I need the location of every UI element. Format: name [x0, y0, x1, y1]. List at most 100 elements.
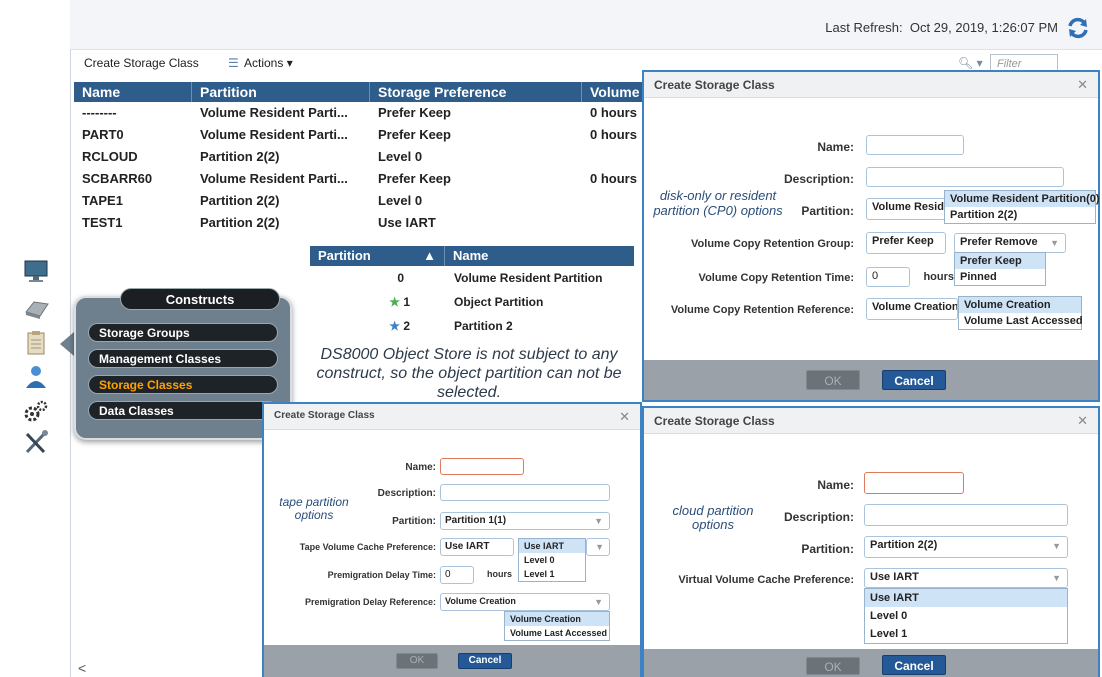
- cell-name: SCBARR60: [82, 171, 153, 186]
- option-partition-2[interactable]: Partition 2(2): [945, 207, 1095, 223]
- user-icon[interactable]: [22, 364, 50, 390]
- description-label: Description:: [783, 172, 854, 186]
- close-icon[interactable]: ✕: [1077, 413, 1088, 429]
- partition-select[interactable]: Partition 1(1) ▼: [440, 512, 610, 530]
- cancel-button[interactable]: Cancel: [882, 655, 946, 675]
- cache-pref-toggle[interactable]: ▼: [586, 538, 610, 556]
- tools-icon[interactable]: [22, 430, 50, 456]
- cell-preference: Prefer Keep: [378, 171, 451, 186]
- option-level-0[interactable]: Level 0: [519, 553, 585, 567]
- hours-label: hours: [923, 271, 954, 283]
- option-level-1[interactable]: Level 1: [865, 625, 1067, 643]
- cell-name: PART0: [82, 127, 124, 142]
- description-field[interactable]: [864, 504, 1068, 526]
- option-volume-resident[interactable]: Volume Resident Partition(0): [945, 191, 1100, 207]
- option-volume-creation[interactable]: Volume Creation: [505, 612, 609, 626]
- cell-volume: [582, 190, 644, 212]
- close-icon[interactable]: ✕: [1077, 77, 1088, 93]
- name-field[interactable]: [440, 458, 524, 475]
- name-field[interactable]: [864, 472, 964, 494]
- menu-item-management-classes[interactable]: Management Classes: [88, 349, 278, 368]
- delay-ref-select[interactable]: Volume Creation ▼: [440, 593, 610, 611]
- chevron-down-icon: ▼: [595, 542, 604, 552]
- cell-preference: Level 0: [378, 149, 423, 164]
- dialog-title: Create Storage Class: [644, 72, 1098, 98]
- partition-row[interactable]: ★ 2 Partition 2: [310, 314, 634, 338]
- retention-time-field[interactable]: 0: [866, 267, 910, 287]
- close-icon[interactable]: ✕: [619, 409, 630, 425]
- cancel-button[interactable]: Cancel: [458, 653, 512, 669]
- column-header-partition-name[interactable]: Name: [444, 246, 634, 266]
- dialog-footer: OK Cancel: [644, 649, 1098, 677]
- name-field[interactable]: [866, 135, 964, 155]
- delay-time-field[interactable]: 0: [440, 566, 474, 584]
- create-storage-class-button[interactable]: Create Storage Class: [84, 56, 199, 70]
- search-icon[interactable]: 🔍︎ ▾: [958, 56, 983, 70]
- cell-partition: Volume Resident Parti...: [200, 105, 348, 120]
- retention-group-combobox[interactable]: Prefer Remove ▼: [954, 233, 1066, 253]
- ok-button[interactable]: OK: [806, 370, 860, 390]
- option-volume-creation[interactable]: Volume Creation: [959, 297, 1081, 313]
- option-pinned[interactable]: Pinned: [955, 269, 1045, 285]
- partition-row[interactable]: 0 Volume Resident Partition: [310, 266, 634, 290]
- menu-item-data-classes[interactable]: Data Classes: [88, 401, 278, 420]
- option-use-iart[interactable]: Use IART: [519, 539, 585, 553]
- menu-item-storage-classes[interactable]: Storage Classes: [88, 375, 278, 394]
- refresh-icon[interactable]: [1066, 16, 1090, 40]
- cache-pref-select[interactable]: Use IART: [440, 538, 514, 556]
- table-row[interactable]: -------- Volume Resident Parti... Prefer K…: [74, 102, 644, 124]
- partition-row[interactable]: ★ 1 Object Partition: [310, 290, 634, 314]
- last-refresh-label: Last Refresh:: [825, 20, 903, 35]
- ok-button[interactable]: OK: [806, 657, 860, 675]
- cell-volume: 0 hours: [590, 171, 637, 186]
- disk-drive-icon[interactable]: [22, 296, 50, 322]
- table-row[interactable]: TAPE1 Partition 2(2) Level 0: [74, 190, 644, 212]
- table-row[interactable]: TEST1 Partition 2(2) Use IART: [74, 212, 644, 234]
- dialog-footer: OK Cancel: [644, 360, 1098, 400]
- settings-gears-icon[interactable]: [22, 398, 50, 424]
- cloud-star-icon: ★: [389, 295, 400, 309]
- retention-ref-dropdown: Volume Creation Volume Last Accessed: [958, 296, 1083, 330]
- description-field[interactable]: [440, 484, 610, 501]
- table-row[interactable]: PART0 Volume Resident Parti... Prefer Keep…: [74, 124, 644, 146]
- monitor-icon[interactable]: [22, 258, 50, 284]
- delay-ref-dropdown: Volume Creation Volume Last Accessed: [504, 611, 610, 641]
- table-row[interactable]: RCLOUD Partition 2(2) Level 0: [74, 146, 644, 168]
- top-bar: Last Refresh: Oct 29, 2019, 1:26:07 PM: [70, 0, 1102, 50]
- column-header-partition[interactable]: Partition: [192, 82, 370, 102]
- description-field[interactable]: [866, 167, 1064, 187]
- cache-pref-select[interactable]: Use IART ▼: [864, 568, 1068, 588]
- partition-number: 1: [403, 295, 410, 309]
- ok-button[interactable]: OK: [396, 653, 438, 669]
- column-header-volume[interactable]: Volume: [582, 82, 644, 102]
- option-level-0[interactable]: Level 0: [865, 607, 1067, 625]
- name-label: Name:: [817, 140, 854, 154]
- partition-select[interactable]: Partition 2(2) ▼: [864, 536, 1068, 558]
- option-use-iart[interactable]: Use IART: [865, 589, 1067, 607]
- cache-pref-dropdown: Use IART Level 0 Level 1: [864, 588, 1068, 644]
- cell-partition: Partition 2(2): [200, 193, 280, 208]
- column-header-partition-number[interactable]: Partition ▲: [310, 246, 444, 266]
- scroll-left-arrow[interactable]: <: [78, 660, 86, 676]
- retention-time-label: Volume Copy Retention Time:: [698, 272, 854, 284]
- cell-preference: Level 0: [378, 193, 423, 208]
- partition-select[interactable]: Volume Reside: [866, 198, 946, 220]
- cancel-button[interactable]: Cancel: [882, 370, 946, 390]
- actions-label: Actions: [244, 56, 284, 70]
- clipboard-icon[interactable]: [22, 330, 50, 356]
- table-header: Name Partition Storage Preference Volume: [74, 82, 644, 102]
- column-header-name[interactable]: Name: [74, 82, 192, 102]
- retention-group-select[interactable]: Prefer Keep: [866, 232, 946, 254]
- cache-pref-dropdown: Use IART Level 0 Level 1: [518, 538, 586, 582]
- table-row[interactable]: SCBARR60 Volume Resident Parti... Prefer K…: [74, 168, 644, 190]
- retention-group-combobox-value: Prefer Remove: [960, 236, 1038, 248]
- option-volume-last-accessed[interactable]: Volume Last Accessed: [505, 626, 609, 640]
- option-volume-last-accessed[interactable]: Volume Last Accessed: [959, 313, 1083, 329]
- option-level-1[interactable]: Level 1: [519, 567, 585, 581]
- column-header-storage-preference[interactable]: Storage Preference: [370, 82, 582, 102]
- option-prefer-keep[interactable]: Prefer Keep: [955, 253, 1045, 269]
- actions-menu-button[interactable]: Actions ▾: [244, 56, 293, 70]
- menu-item-storage-groups[interactable]: Storage Groups: [88, 323, 278, 342]
- hours-label: hours: [486, 569, 512, 579]
- retention-ref-select[interactable]: Volume Creation: [866, 298, 958, 320]
